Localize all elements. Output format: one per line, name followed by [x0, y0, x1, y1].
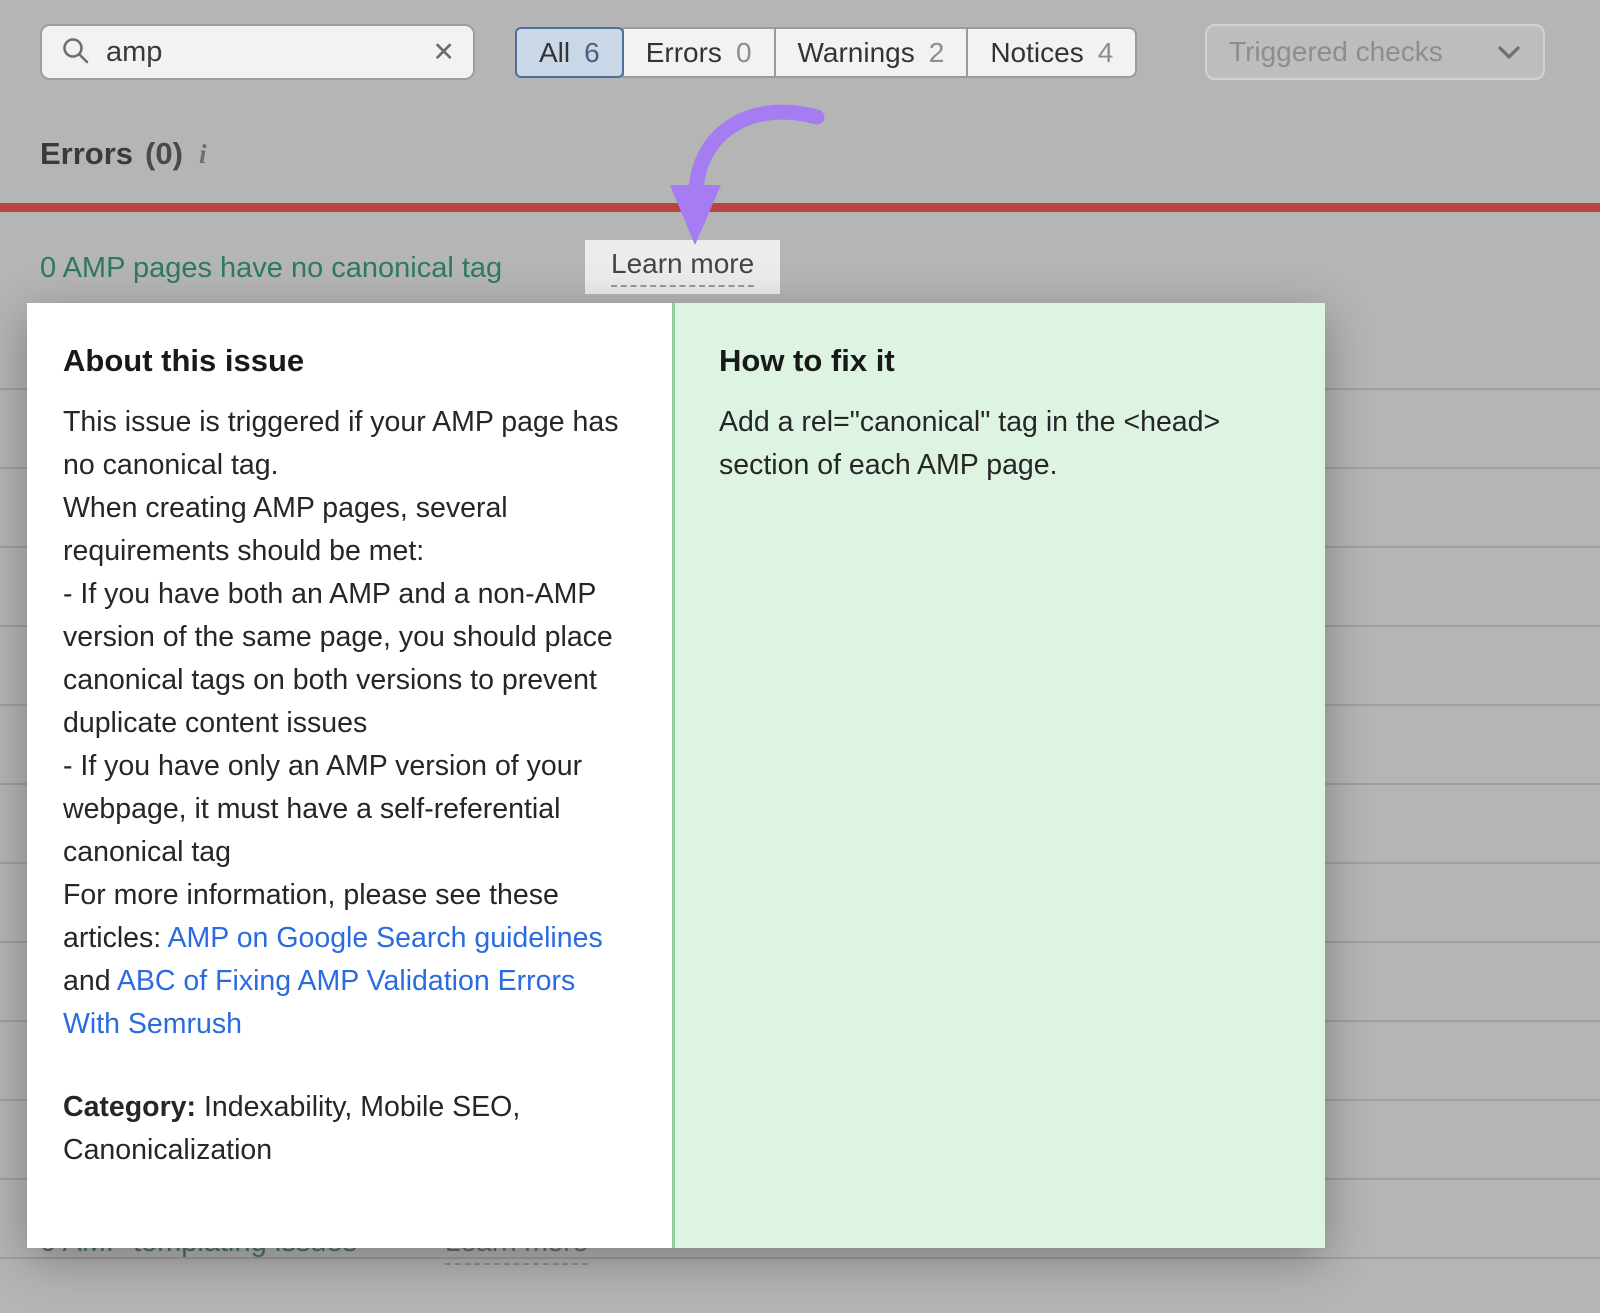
link-abc-fixing-amp-errors[interactable]: ABC of Fixing AMP Validation Errors With…	[63, 965, 575, 1040]
chevron-down-icon	[1497, 36, 1521, 68]
filter-tab-group: All 6 Errors 0 Warnings 2 Notices 4	[515, 27, 1137, 78]
fix-text: Add a rel="canonical" tag in the <head> …	[719, 401, 1281, 487]
search-box[interactable]: ✕	[40, 24, 475, 80]
about-this-issue-panel: About this issue This issue is triggered…	[27, 303, 675, 1248]
fix-title: How to fix it	[719, 343, 1281, 379]
tab-count: 2	[929, 37, 945, 69]
info-icon[interactable]: i	[199, 139, 207, 170]
learn-more-label: Learn more	[611, 248, 754, 287]
section-title-text: Errors	[40, 136, 133, 172]
section-count: (0)	[145, 136, 183, 172]
tab-notices[interactable]: Notices 4	[966, 27, 1137, 78]
tab-label: Warnings	[798, 37, 915, 69]
tab-all[interactable]: All 6	[515, 27, 624, 78]
triggered-checks-dropdown[interactable]: Triggered checks	[1205, 24, 1545, 80]
tab-warnings[interactable]: Warnings 2	[774, 27, 969, 78]
errors-section-red-bar	[0, 203, 1600, 212]
tab-label: All	[539, 37, 570, 69]
about-paragraph-links: For more information, please see these a…	[63, 874, 630, 1046]
about-paragraph: This issue is triggered if your AMP page…	[63, 401, 630, 487]
tab-count: 6	[584, 37, 600, 69]
search-icon	[60, 35, 90, 70]
search-input[interactable]	[106, 36, 416, 69]
clear-search-icon[interactable]: ✕	[432, 39, 455, 66]
category-line: Category: Indexability, Mobile SEO, Cano…	[63, 1086, 630, 1172]
learn-more-button[interactable]: Learn more	[585, 240, 780, 294]
learn-more-popup: About this issue This issue is triggered…	[27, 303, 1325, 1248]
tab-count: 4	[1098, 37, 1114, 69]
tab-label: Notices	[990, 37, 1083, 69]
about-title: About this issue	[63, 343, 630, 379]
tab-count: 0	[736, 37, 752, 69]
category-label: Category:	[63, 1091, 196, 1123]
about-paragraph: When creating AMP pages, several require…	[63, 487, 630, 573]
tab-label: Errors	[646, 37, 722, 69]
issue-row-title: 0 AMP pages have no canonical tag	[40, 252, 502, 285]
errors-section-heading: Errors (0) i	[40, 136, 206, 172]
about-paragraph: - If you have only an AMP version of you…	[63, 745, 630, 874]
about-paragraph: - If you have both an AMP and a non-AMP …	[63, 573, 630, 745]
triggered-checks-label: Triggered checks	[1229, 36, 1443, 68]
tab-errors[interactable]: Errors 0	[622, 27, 776, 78]
how-to-fix-panel: How to fix it Add a rel="canonical" tag …	[675, 303, 1325, 1248]
link-amp-google-search-guidelines[interactable]: AMP on Google Search guidelines	[168, 922, 603, 954]
link-joiner: and	[63, 965, 117, 997]
